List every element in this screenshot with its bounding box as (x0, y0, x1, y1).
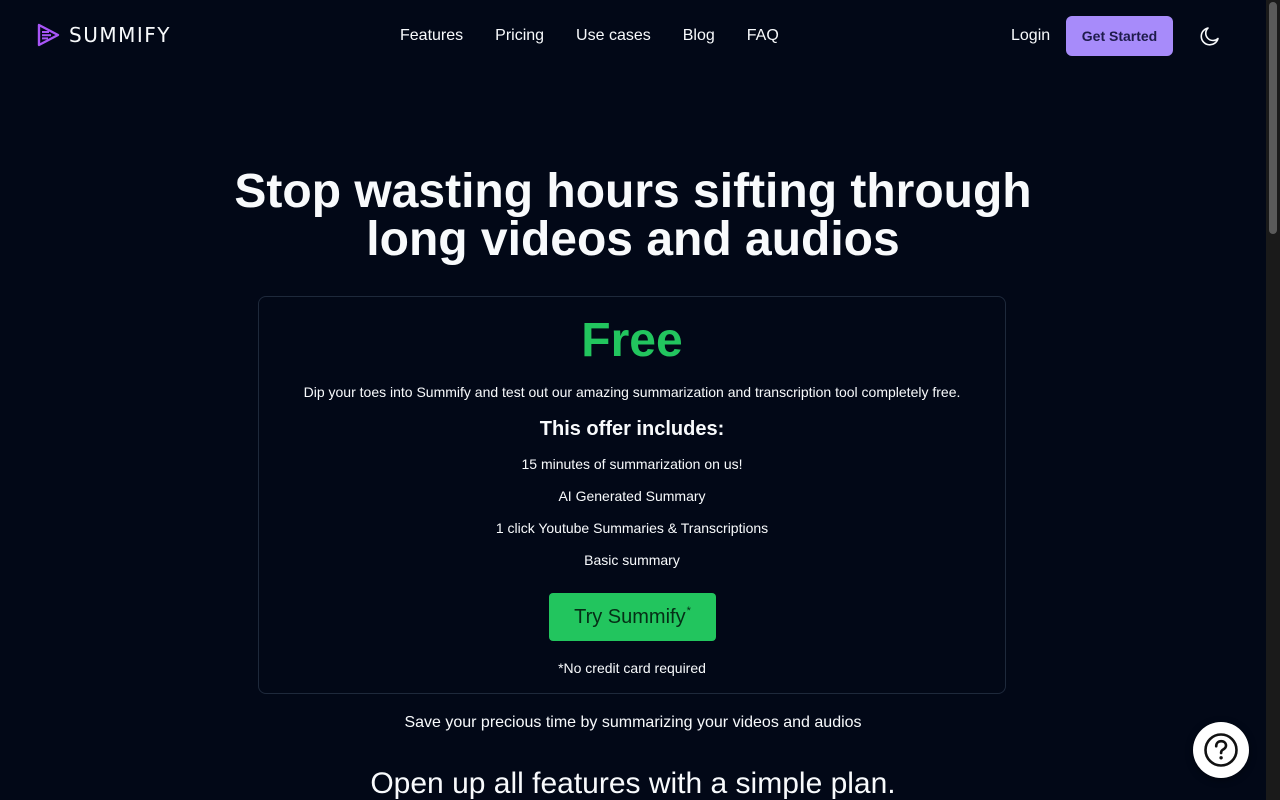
hero-title: Stop wasting hours sifting through long … (0, 168, 1266, 264)
offer-feature-item: 15 minutes of summarization on us! (521, 456, 743, 472)
offer-feature-item: 1 click Youtube Summaries & Transcriptio… (495, 520, 769, 536)
page-scrollbar[interactable] (1266, 0, 1280, 800)
help-button[interactable] (1193, 722, 1249, 778)
moon-icon[interactable] (1198, 24, 1222, 48)
site-header: SUMMIFY Features Pricing Use cases Blog … (0, 0, 1266, 72)
try-summify-button[interactable]: Try Summify * (549, 593, 716, 641)
tagline: Save your precious time by summarizing y… (404, 714, 862, 731)
no-credit-card-note: *No credit card required (558, 660, 706, 676)
offer-includes-heading: This offer includes: (539, 418, 725, 440)
get-started-button[interactable]: Get Started (1066, 16, 1173, 56)
hero-title-line-1: Stop wasting hours sifting through (234, 165, 1032, 218)
offer-title: Free (581, 314, 683, 367)
try-summify-label: Try Summify (574, 605, 686, 628)
login-link[interactable]: Login (1011, 26, 1050, 46)
logo-text: SUMMIFY (69, 23, 171, 47)
scrollbar-thumb[interactable] (1269, 2, 1277, 234)
plan-heading: Open up all features with a simple plan. (370, 767, 896, 800)
hero-title-line-2: long videos and audios (366, 213, 900, 266)
nav-pricing[interactable]: Pricing (495, 26, 544, 46)
offer-features-list: 15 minutes of summarization on us! AI Ge… (259, 455, 1005, 583)
nav-features[interactable]: Features (400, 26, 463, 46)
offer-feature-item: AI Generated Summary (558, 488, 706, 504)
nav-faq[interactable]: FAQ (747, 26, 779, 46)
logo-link[interactable]: SUMMIFY (35, 22, 171, 48)
nav-use-cases[interactable]: Use cases (576, 26, 651, 46)
free-offer-card: Free Dip your toes into Summify and test… (258, 296, 1006, 694)
try-summify-asterisk: * (686, 605, 691, 617)
question-circle-icon (1204, 733, 1238, 767)
summify-logo-icon (37, 23, 60, 47)
main-nav: Features Pricing Use cases Blog FAQ (400, 26, 779, 46)
nav-blog[interactable]: Blog (683, 26, 715, 46)
offer-description: Dip your toes into Summify and test out … (303, 384, 961, 400)
page: SUMMIFY Features Pricing Use cases Blog … (0, 0, 1266, 800)
offer-feature-item: Basic summary (584, 552, 680, 568)
